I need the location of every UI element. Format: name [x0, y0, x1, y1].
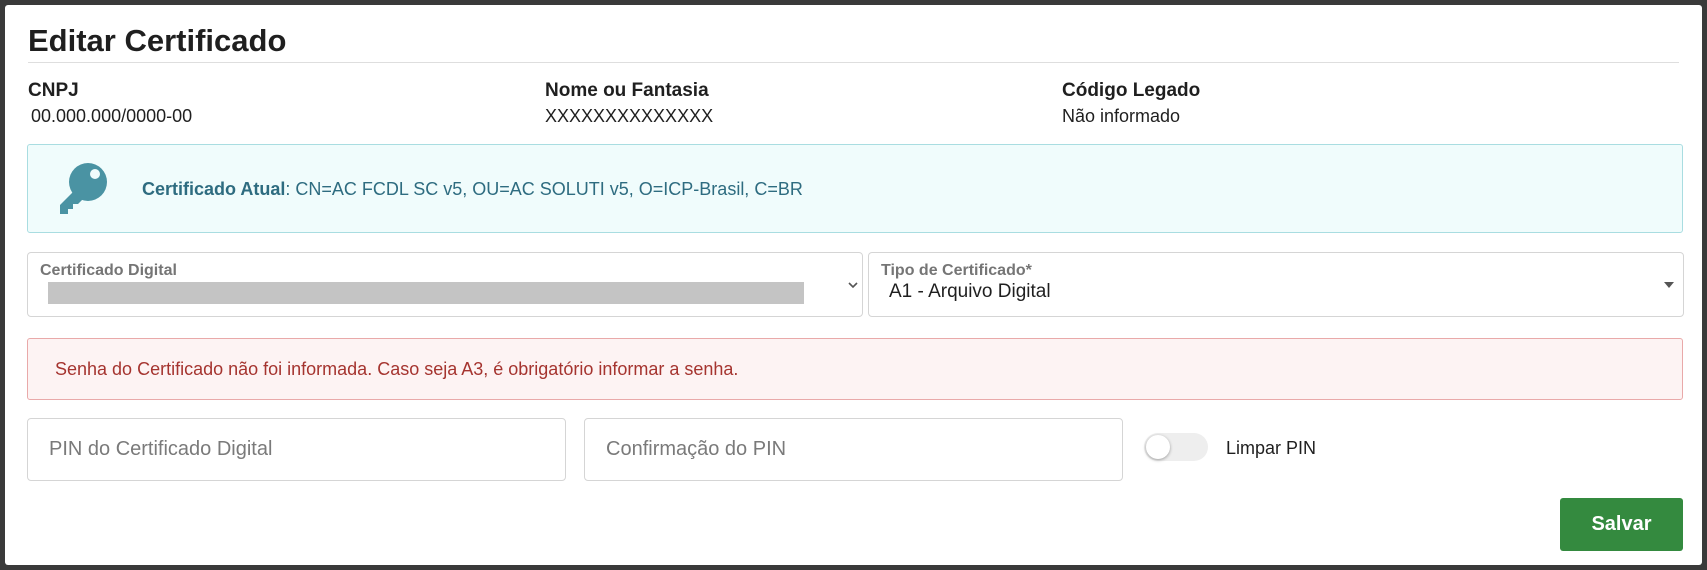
- caret-down-icon[interactable]: [1663, 280, 1675, 290]
- name-label: Nome ou Fantasia: [545, 80, 709, 101]
- pin-confirmation-input[interactable]: [584, 418, 1123, 481]
- name-info: Nome ou Fantasia XXXXXXXXXXXXXX: [545, 80, 713, 127]
- legacy-code-info: Código Legado Não informado: [1062, 80, 1200, 127]
- cnpj-label: CNPJ: [28, 80, 79, 101]
- error-alert: Senha do Certificado não foi informada. …: [27, 338, 1683, 400]
- save-button[interactable]: Salvar: [1560, 498, 1683, 551]
- cnpj-value: 00.000.000/0000-00: [31, 106, 193, 126]
- title-divider: [28, 62, 1679, 63]
- current-certificate-label: Certificado Atual: [142, 179, 286, 199]
- certificate-type-label: Tipo de Certificado*: [881, 262, 1032, 279]
- pin-input[interactable]: [27, 418, 566, 481]
- legacy-code-value: Não informado: [1062, 106, 1181, 126]
- toggle-knob: [1146, 435, 1170, 459]
- chevron-down-icon[interactable]: [847, 279, 859, 291]
- certificate-select-label: Certificado Digital: [40, 262, 177, 279]
- key-icon: [60, 163, 107, 214]
- edit-certificate-modal: Editar Certificado CNPJ 00.000.000/0000-…: [5, 5, 1702, 565]
- certificate-select[interactable]: Certificado Digital: [27, 252, 863, 317]
- current-certificate-alert: Certificado Atual: CN=AC FCDL SC v5, OU=…: [27, 144, 1683, 233]
- clear-pin-toggle[interactable]: [1144, 433, 1208, 461]
- current-certificate-value: CN=AC FCDL SC v5, OU=AC SOLUTI v5, O=ICP…: [295, 179, 803, 199]
- clear-pin-label[interactable]: Limpar PIN: [1226, 438, 1316, 459]
- page-title: Editar Certificado: [28, 23, 287, 58]
- current-certificate-separator: :: [285, 179, 296, 199]
- error-message: Senha do Certificado não foi informada. …: [55, 359, 739, 379]
- certificate-type-select[interactable]: Tipo de Certificado* A1 - Arquivo Digita…: [868, 252, 1684, 317]
- name-value: XXXXXXXXXXXXXX: [545, 106, 714, 126]
- certificate-select-value: [48, 282, 804, 304]
- legacy-code-label: Código Legado: [1062, 80, 1201, 101]
- current-certificate-text: Certificado Atual: CN=AC FCDL SC v5, OU=…: [142, 179, 803, 200]
- certificate-type-value: A1 - Arquivo Digital: [889, 281, 1051, 302]
- cnpj-info: CNPJ 00.000.000/0000-00: [28, 80, 192, 127]
